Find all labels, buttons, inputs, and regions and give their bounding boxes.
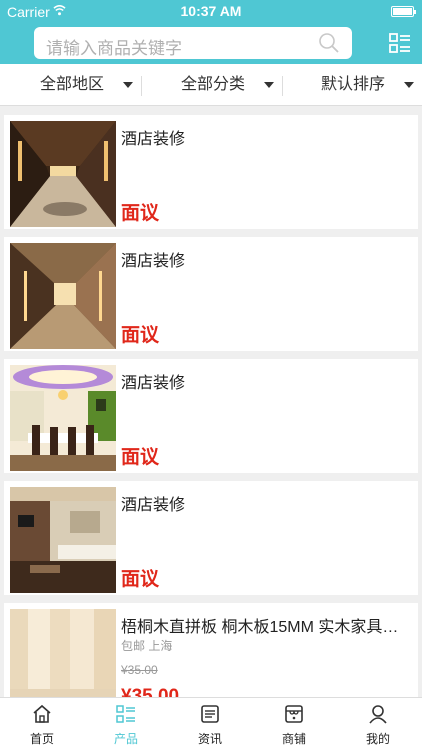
product-old-price: ¥35.00 bbox=[121, 663, 158, 677]
tab-label: 商铺 bbox=[281, 732, 306, 746]
tab-mine[interactable]: 我的 bbox=[336, 698, 420, 750]
battery-icon bbox=[391, 6, 416, 17]
divider bbox=[282, 76, 283, 96]
chevron-down-icon bbox=[404, 82, 414, 88]
list-item[interactable]: 梧桐木直拼板 桐木板15MM 实木家具板 ... 包邮 上海 ¥35.00 ¥3… bbox=[4, 603, 418, 697]
search-placeholder: 请输入商品关键字 bbox=[46, 39, 182, 58]
home-icon bbox=[33, 704, 51, 723]
clock: 10:37 AM bbox=[180, 3, 242, 19]
filter-region[interactable]: 全部地区 bbox=[40, 64, 104, 106]
tab-label: 资讯 bbox=[197, 732, 222, 746]
category-menu-icon[interactable] bbox=[388, 31, 412, 55]
tab-label: 我的 bbox=[365, 732, 390, 746]
tab-home[interactable]: 首页 bbox=[0, 698, 84, 750]
tab-shop[interactable]: 商铺 bbox=[252, 698, 336, 750]
product-image bbox=[10, 121, 116, 227]
shipping-label: 包邮 bbox=[121, 639, 146, 653]
product-image bbox=[10, 243, 116, 349]
list-item[interactable]: 酒店装修 面议 bbox=[4, 481, 418, 595]
shop-icon bbox=[285, 705, 303, 723]
search-input[interactable]: 请输入商品关键字 bbox=[34, 27, 352, 59]
divider bbox=[141, 76, 142, 96]
product-image bbox=[10, 365, 116, 471]
filter-sort[interactable]: 默认排序 bbox=[321, 64, 385, 106]
product-price: 面议 bbox=[121, 203, 160, 224]
top-header: Carrier 10:37 AM 请输入商品关键字 bbox=[0, 0, 422, 64]
grid-list-icon bbox=[116, 705, 135, 723]
tab-label: 首页 bbox=[29, 732, 54, 746]
product-price: ¥35.00 bbox=[121, 686, 180, 697]
search-icon[interactable] bbox=[318, 32, 340, 54]
list-item[interactable]: 酒店装修 面议 bbox=[4, 115, 418, 229]
filter-bar: 全部地区 全部分类 默认排序 bbox=[0, 64, 422, 106]
list-item[interactable]: 酒店装修 面议 bbox=[4, 237, 418, 351]
product-image bbox=[10, 487, 116, 593]
product-title: 酒店装修 bbox=[121, 375, 186, 392]
tab-products[interactable]: 产品 bbox=[84, 698, 168, 750]
tab-news[interactable]: 资讯 bbox=[168, 698, 252, 750]
product-image bbox=[10, 609, 116, 697]
product-title: 酒店装修 bbox=[121, 253, 186, 270]
product-list: 酒店装修 面议 酒店装修 面议 酒店装修 面议 酒店装修 面议 梧桐木直拼板 桐… bbox=[0, 110, 422, 697]
product-price: 面议 bbox=[121, 447, 160, 468]
product-title: 梧桐木直拼板 桐木板15MM 实木家具板 ... bbox=[121, 619, 411, 636]
chevron-down-icon bbox=[123, 82, 133, 88]
list-item[interactable]: 酒店装修 面议 bbox=[4, 359, 418, 473]
product-price: 面议 bbox=[121, 569, 160, 590]
product-title: 酒店装修 bbox=[121, 497, 186, 514]
tab-bar: 首页 产品 资讯 商铺 我的 bbox=[0, 697, 422, 750]
location-label: 上海 bbox=[148, 639, 173, 653]
chevron-down-icon bbox=[264, 82, 274, 88]
filter-category[interactable]: 全部分类 bbox=[181, 64, 245, 106]
product-shipping-location: 包邮 上海 bbox=[121, 637, 172, 654]
status-bar: Carrier 10:37 AM bbox=[0, 0, 422, 22]
tab-label: 产品 bbox=[113, 732, 138, 746]
news-icon bbox=[201, 705, 219, 723]
user-icon bbox=[369, 705, 387, 724]
product-price: 面议 bbox=[121, 325, 160, 346]
product-title: 酒店装修 bbox=[121, 131, 186, 148]
